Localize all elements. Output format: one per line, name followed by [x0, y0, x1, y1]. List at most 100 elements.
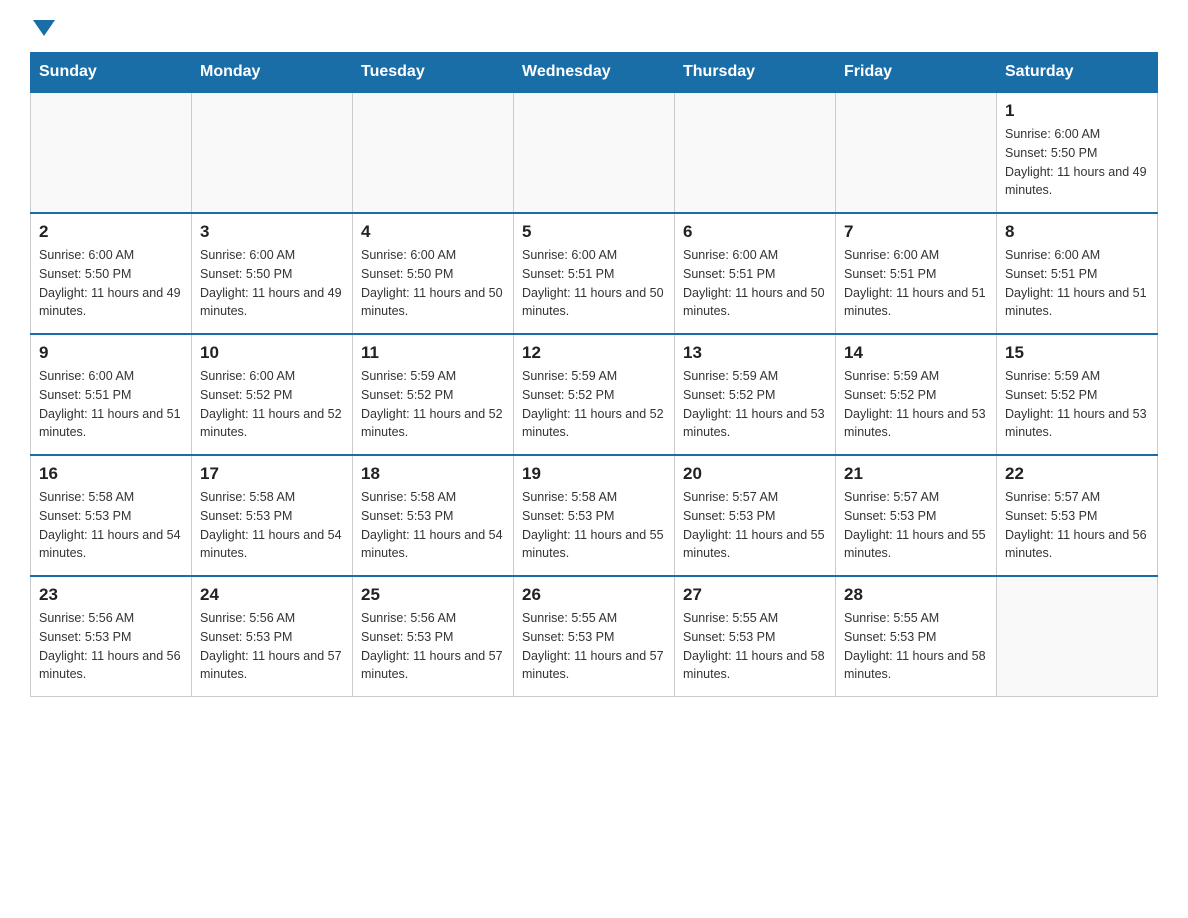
calendar-day-cell: 2 Sunrise: 6:00 AM Sunset: 5:50 PM Daylig…	[31, 213, 192, 334]
calendar-day-cell: 15 Sunrise: 5:59 AM Sunset: 5:52 PM Dayli…	[997, 334, 1158, 455]
calendar-day-cell: 20 Sunrise: 5:57 AM Sunset: 5:53 PM Dayli…	[675, 455, 836, 576]
calendar-day-cell	[836, 92, 997, 213]
calendar-day-cell: 1Sunrise: 6:00 AM Sunset: 5:50 PM Daylig…	[997, 92, 1158, 213]
day-info: Sunrise: 6:00 AM Sunset: 5:50 PM Dayligh…	[200, 246, 344, 321]
day-number: 25	[361, 585, 505, 605]
day-info: Sunrise: 5:58 AM Sunset: 5:53 PM Dayligh…	[39, 488, 183, 563]
day-of-week-header: Saturday	[997, 53, 1158, 93]
day-of-week-header: Tuesday	[353, 53, 514, 93]
day-number: 6	[683, 222, 827, 242]
day-number: 10	[200, 343, 344, 363]
logo-triangle-icon	[33, 20, 55, 36]
day-number: 7	[844, 222, 988, 242]
day-of-week-header: Sunday	[31, 53, 192, 93]
calendar-week-row: 2 Sunrise: 6:00 AM Sunset: 5:50 PM Daylig…	[31, 213, 1158, 334]
calendar-day-cell: 12 Sunrise: 5:59 AM Sunset: 5:52 PM Dayli…	[514, 334, 675, 455]
day-number: 3	[200, 222, 344, 242]
calendar-day-cell	[997, 576, 1158, 697]
day-info: Sunrise: 6:00 AM Sunset: 5:51 PM Dayligh…	[844, 246, 988, 321]
day-info: Sunrise: 5:59 AM Sunset: 5:52 PM Dayligh…	[522, 367, 666, 442]
day-number: 16	[39, 464, 183, 484]
day-of-week-header: Monday	[192, 53, 353, 93]
day-number: 17	[200, 464, 344, 484]
day-number: 26	[522, 585, 666, 605]
day-info: Sunrise: 6:00 AM Sunset: 5:50 PM Dayligh…	[1005, 125, 1149, 200]
calendar-day-cell: 25 Sunrise: 5:56 AM Sunset: 5:53 PM Dayli…	[353, 576, 514, 697]
calendar-day-cell	[31, 92, 192, 213]
day-info: Sunrise: 5:59 AM Sunset: 5:52 PM Dayligh…	[1005, 367, 1149, 442]
day-number: 20	[683, 464, 827, 484]
calendar-day-cell: 5 Sunrise: 6:00 AM Sunset: 5:51 PM Daylig…	[514, 213, 675, 334]
day-info: Sunrise: 5:59 AM Sunset: 5:52 PM Dayligh…	[361, 367, 505, 442]
calendar-day-cell: 22 Sunrise: 5:57 AM Sunset: 5:53 PM Dayli…	[997, 455, 1158, 576]
calendar-day-cell: 7 Sunrise: 6:00 AM Sunset: 5:51 PM Daylig…	[836, 213, 997, 334]
calendar-day-cell: 11 Sunrise: 5:59 AM Sunset: 5:52 PM Dayli…	[353, 334, 514, 455]
day-number: 9	[39, 343, 183, 363]
day-number: 18	[361, 464, 505, 484]
day-info: Sunrise: 5:56 AM Sunset: 5:53 PM Dayligh…	[361, 609, 505, 684]
calendar-day-cell: 21Sunrise: 5:57 AM Sunset: 5:53 PM Dayli…	[836, 455, 997, 576]
calendar-day-cell: 13 Sunrise: 5:59 AM Sunset: 5:52 PM Dayli…	[675, 334, 836, 455]
calendar-day-cell: 23Sunrise: 5:56 AM Sunset: 5:53 PM Dayli…	[31, 576, 192, 697]
day-number: 12	[522, 343, 666, 363]
day-number: 21	[844, 464, 988, 484]
calendar-day-cell: 28 Sunrise: 5:55 AM Sunset: 5:53 PM Dayli…	[836, 576, 997, 697]
page-header	[30, 20, 1158, 34]
day-info: Sunrise: 5:58 AM Sunset: 5:53 PM Dayligh…	[200, 488, 344, 563]
day-number: 11	[361, 343, 505, 363]
day-number: 28	[844, 585, 988, 605]
calendar-day-cell: 16 Sunrise: 5:58 AM Sunset: 5:53 PM Dayli…	[31, 455, 192, 576]
day-info: Sunrise: 6:00 AM Sunset: 5:51 PM Dayligh…	[683, 246, 827, 321]
day-info: Sunrise: 6:00 AM Sunset: 5:51 PM Dayligh…	[522, 246, 666, 321]
day-number: 24	[200, 585, 344, 605]
day-number: 23	[39, 585, 183, 605]
calendar-week-row: 23 Sunrise: 5:56 AM Sunset: 5:53 PM Dayli…	[31, 576, 1158, 697]
day-info: Sunrise: 6:00 AM Sunset: 5:51 PM Dayligh…	[1005, 246, 1149, 321]
day-info: Sunrise: 6:00 AM Sunset: 5:52 PM Dayligh…	[200, 367, 344, 442]
day-info: Sunrise: 6:00 AM Sunset: 5:50 PM Dayligh…	[39, 246, 183, 321]
day-info: Sunrise: 5:55 AM Sunset: 5:53 PM Dayligh…	[844, 609, 988, 684]
day-of-week-header: Friday	[836, 53, 997, 93]
calendar-day-cell: 27 Sunrise: 5:55 AM Sunset: 5:53 PM Dayli…	[675, 576, 836, 697]
day-info: Sunrise: 5:59 AM Sunset: 5:52 PM Dayligh…	[844, 367, 988, 442]
calendar-day-cell: 18 Sunrise: 5:58 AM Sunset: 5:53 PM Dayli…	[353, 455, 514, 576]
calendar-day-cell: 14Sunrise: 5:59 AM Sunset: 5:52 PM Dayli…	[836, 334, 997, 455]
day-number: 15	[1005, 343, 1149, 363]
day-info: Sunrise: 5:57 AM Sunset: 5:53 PM Dayligh…	[683, 488, 827, 563]
calendar-day-cell: 4 Sunrise: 6:00 AM Sunset: 5:50 PM Daylig…	[353, 213, 514, 334]
calendar-week-row: 1Sunrise: 6:00 AM Sunset: 5:50 PM Daylig…	[31, 92, 1158, 213]
calendar-day-cell: 8 Sunrise: 6:00 AM Sunset: 5:51 PM Daylig…	[997, 213, 1158, 334]
day-info: Sunrise: 6:00 AM Sunset: 5:51 PM Dayligh…	[39, 367, 183, 442]
day-info: Sunrise: 5:57 AM Sunset: 5:53 PM Dayligh…	[1005, 488, 1149, 563]
calendar-week-row: 9 Sunrise: 6:00 AM Sunset: 5:51 PM Daylig…	[31, 334, 1158, 455]
calendar-day-cell: 17 Sunrise: 5:58 AM Sunset: 5:53 PM Dayli…	[192, 455, 353, 576]
day-info: Sunrise: 5:56 AM Sunset: 5:53 PM Dayligh…	[200, 609, 344, 684]
calendar-day-cell: 9 Sunrise: 6:00 AM Sunset: 5:51 PM Daylig…	[31, 334, 192, 455]
calendar-day-cell: 26 Sunrise: 5:55 AM Sunset: 5:53 PM Dayli…	[514, 576, 675, 697]
day-number: 8	[1005, 222, 1149, 242]
calendar-day-cell: 19Sunrise: 5:58 AM Sunset: 5:53 PM Dayli…	[514, 455, 675, 576]
calendar-day-cell	[514, 92, 675, 213]
day-number: 22	[1005, 464, 1149, 484]
calendar-header-row: SundayMondayTuesdayWednesdayThursdayFrid…	[31, 53, 1158, 93]
day-number: 4	[361, 222, 505, 242]
day-number: 27	[683, 585, 827, 605]
calendar-week-row: 16 Sunrise: 5:58 AM Sunset: 5:53 PM Dayli…	[31, 455, 1158, 576]
calendar-day-cell: 10 Sunrise: 6:00 AM Sunset: 5:52 PM Dayli…	[192, 334, 353, 455]
day-number: 5	[522, 222, 666, 242]
day-info: Sunrise: 5:59 AM Sunset: 5:52 PM Dayligh…	[683, 367, 827, 442]
day-info: Sunrise: 5:58 AM Sunset: 5:53 PM Dayligh…	[361, 488, 505, 563]
calendar-day-cell	[353, 92, 514, 213]
day-info: Sunrise: 5:55 AM Sunset: 5:53 PM Dayligh…	[683, 609, 827, 684]
logo	[30, 20, 55, 34]
day-info: Sunrise: 5:55 AM Sunset: 5:53 PM Dayligh…	[522, 609, 666, 684]
day-info: Sunrise: 6:00 AM Sunset: 5:50 PM Dayligh…	[361, 246, 505, 321]
day-of-week-header: Thursday	[675, 53, 836, 93]
calendar-day-cell: 6 Sunrise: 6:00 AM Sunset: 5:51 PM Daylig…	[675, 213, 836, 334]
calendar-day-cell	[192, 92, 353, 213]
day-number: 2	[39, 222, 183, 242]
day-number: 13	[683, 343, 827, 363]
calendar-table: SundayMondayTuesdayWednesdayThursdayFrid…	[30, 52, 1158, 697]
calendar-day-cell	[675, 92, 836, 213]
calendar-day-cell: 3 Sunrise: 6:00 AM Sunset: 5:50 PM Daylig…	[192, 213, 353, 334]
